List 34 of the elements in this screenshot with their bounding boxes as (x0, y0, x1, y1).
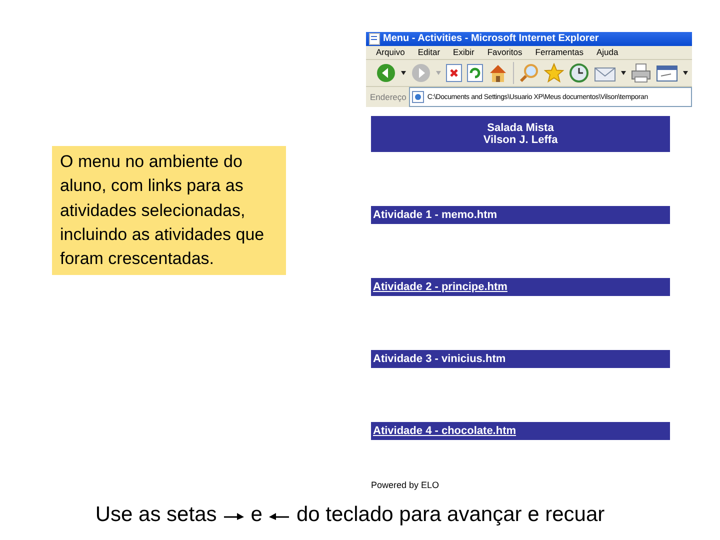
menu-item[interactable]: Editar (418, 47, 440, 58)
menu-item[interactable]: Ajuda (596, 47, 618, 58)
clock-icon[interactable] (569, 62, 589, 83)
activity-link[interactable]: Atividade 1 - memo.htm (373, 209, 498, 221)
menu-item[interactable]: Arquivo (376, 47, 405, 58)
header-text: Vilson J. Leffa (483, 134, 558, 146)
menu-item[interactable]: Ferramentas (535, 47, 584, 58)
header-text: Salada Mista (487, 122, 554, 134)
refresh-icon[interactable] (467, 64, 483, 82)
left-arrow-icon (268, 510, 290, 520)
back-icon[interactable] (376, 62, 396, 83)
home-icon[interactable] (488, 64, 508, 82)
right-arrow-icon (222, 510, 245, 520)
caret-icon[interactable] (621, 70, 626, 75)
page-icon (369, 32, 380, 45)
activity-link[interactable]: Atividade 3 - vinicius.htm (373, 353, 506, 365)
caret-icon[interactable] (401, 70, 406, 75)
footer-text: Powered by ELO (371, 480, 440, 490)
caption-text: Use as setas (95, 503, 217, 527)
activity-link[interactable]: Atividade 4 - chocolate.htm (373, 425, 516, 437)
menu-item[interactable]: Exibir (453, 47, 474, 58)
caret-icon[interactable] (683, 70, 688, 75)
page-icon (412, 91, 424, 103)
callout-note: O menu no ambiente do aluno, com links para as atividades selecionadas, incluindo as atividades que foram crescentadas. (52, 146, 286, 276)
printer-icon[interactable] (631, 62, 651, 83)
caption-text: e (250, 503, 262, 527)
star-icon[interactable] (544, 62, 564, 83)
caption-text: do teclado para avançar e recuar (296, 503, 605, 527)
address-label: Endereço (370, 92, 406, 102)
stop-icon[interactable] (446, 64, 462, 82)
menu-item[interactable]: Favoritos (487, 47, 522, 58)
window-title: Menu - Activities - Microsoft Internet Explorer (383, 33, 599, 44)
activity-link[interactable]: Atividade 2 - principe.htm (373, 281, 508, 293)
search-icon[interactable] (519, 62, 539, 83)
